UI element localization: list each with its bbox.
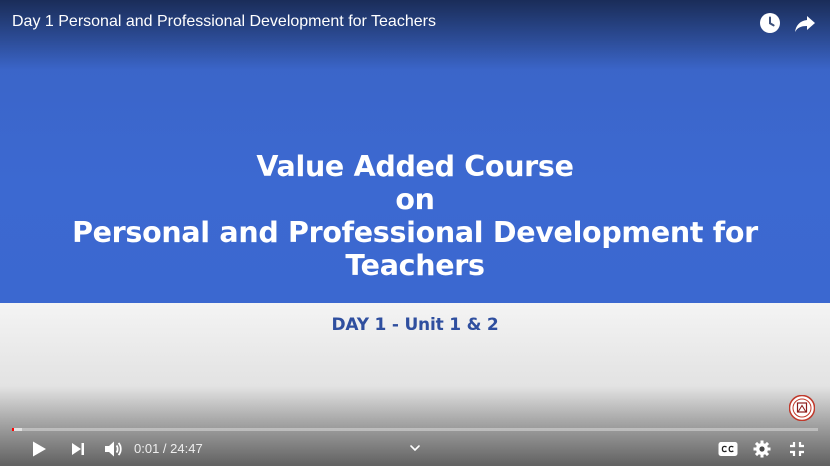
progress-bar[interactable]	[12, 428, 818, 431]
volume-icon[interactable]	[103, 440, 123, 458]
exit-fullscreen-icon[interactable]	[789, 441, 805, 457]
captions-icon[interactable]	[718, 441, 738, 457]
slide-title-line: Value Added Course	[256, 150, 574, 183]
time-display: 0:01 / 24:47	[134, 441, 203, 456]
video-title[interactable]: Day 1 Personal and Professional Developm…	[12, 13, 436, 31]
slide-title-line: Personal and Professional Development fo…	[72, 216, 758, 249]
chevron-down-icon[interactable]	[408, 440, 422, 452]
slide-title-line: on	[395, 183, 435, 216]
share-icon[interactable]	[793, 11, 817, 35]
progress-played	[12, 428, 14, 431]
duration: 24:47	[170, 441, 203, 456]
time-separator: /	[159, 441, 171, 456]
slide-title-line: Teachers	[345, 249, 485, 282]
bottom-gradient	[0, 386, 830, 466]
slide-subtitle: DAY 1 - Unit 1 & 2	[331, 315, 499, 335]
current-time: 0:01	[134, 441, 160, 456]
video-player[interactable]: Value Added Course on Personal and Profe…	[0, 0, 830, 466]
top-gradient	[0, 0, 830, 70]
watch-later-icon[interactable]	[758, 11, 782, 35]
slide-title: Value Added Course on Personal and Profe…	[0, 150, 830, 282]
next-icon[interactable]	[70, 441, 86, 457]
channel-watermark-icon[interactable]	[788, 394, 816, 422]
settings-icon[interactable]	[753, 440, 771, 458]
play-icon[interactable]	[30, 440, 48, 458]
